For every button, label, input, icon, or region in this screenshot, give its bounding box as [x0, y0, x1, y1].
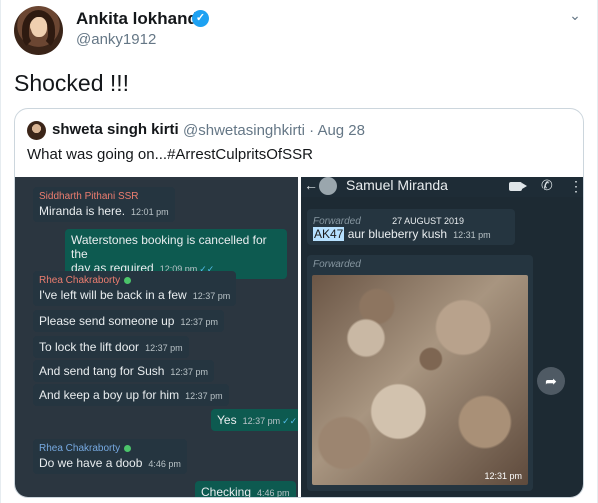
online-dot-icon: [124, 444, 132, 452]
chat-header: ← Samuel Miranda ✆ ⋮: [301, 177, 583, 197]
chat-bubble: Yes 12:37 pm ✓✓: [211, 409, 298, 431]
highlighted-text: AK47: [313, 227, 345, 241]
chat-bubble: Please send someone up 12:37 pm: [33, 310, 224, 332]
quoted-media[interactable]: Siddharth Pithani SSR Miranda is here. 12…: [15, 177, 583, 498]
tweet-card: Ankita lokhande ✓ @anky1912 ⌄ Shocked !!…: [0, 0, 598, 503]
online-dot-icon: [124, 276, 132, 284]
chat-text: Do we have a doob: [39, 456, 143, 470]
chat-text: Yes: [217, 413, 237, 427]
chat-bubble: Checking 4:46 pm: [195, 481, 296, 498]
chat-time: 12:37 pm: [185, 391, 223, 401]
chat-bubble: Rhea Chakraborty Do we have a doob 4:46 p…: [33, 439, 187, 474]
quoted-tweet[interactable]: shweta singh kirti @shwetasinghkirti · A…: [14, 108, 584, 498]
chat-time: 12:37 pm: [180, 317, 218, 327]
chat-time: 4:46 pm: [148, 459, 181, 469]
quoted-author-name: shweta singh kirti: [52, 121, 179, 138]
author-handle[interactable]: @anky1912: [76, 31, 156, 48]
chat-bubble: And keep a boy up for him 12:37 pm: [33, 384, 229, 406]
chat-sender: Rhea Chakraborty: [39, 275, 230, 286]
chat-bubble: Siddharth Pithani SSR Miranda is here. 12…: [33, 187, 175, 222]
share-icon[interactable]: ➦: [537, 367, 565, 395]
quoted-author-avatar: [27, 121, 46, 140]
chat-time: 12:01 pm: [131, 207, 169, 217]
author-name[interactable]: Ankita lokhande: [76, 9, 207, 29]
chat-time: 12:37 pm: [192, 291, 231, 301]
avatar-face: [31, 17, 47, 37]
video-call-icon: [509, 182, 527, 191]
tweet-text: Shocked !!!: [14, 70, 130, 96]
chat-time: 12:37 pm: [145, 343, 183, 353]
photo: 12:31 pm: [312, 275, 528, 485]
chat-text: And keep a boy up for him: [39, 388, 180, 402]
chat-bubble: Rhea Chakraborty I've left will be back …: [33, 271, 237, 306]
chat-text: Waterstones booking is cancelled for the: [71, 233, 267, 261]
chat-time: 4:46 pm: [257, 488, 290, 498]
chat-bubble: And send tang for Sush 12:37 pm: [33, 360, 214, 382]
chat-screenshot-left[interactable]: Siddharth Pithani SSR Miranda is here. 12…: [15, 177, 298, 498]
chat-text: Checking: [201, 485, 252, 498]
chevron-down-icon[interactable]: ⌄: [566, 6, 584, 24]
photo-time: 12:31 pm: [484, 471, 522, 481]
chat-bubble: To lock the lift door 12:37 pm: [33, 336, 189, 358]
forwarded-label: Forwarded: [313, 216, 361, 227]
read-ticks-icon: ✓✓: [282, 416, 298, 426]
chat-text: aur blueberry kush: [344, 227, 448, 241]
chat-text: To lock the lift door: [39, 340, 140, 354]
chat-bubble: Forwarded 27 AUGUST 2019 AK47 aur bluebe…: [307, 209, 515, 245]
chat-sender: Rhea Chakraborty: [39, 443, 181, 454]
quoted-author-handle: @shwetasinghkirti · Aug 28: [183, 122, 365, 139]
forwarded-row: Forwarded 27 AUGUST 2019: [313, 213, 509, 227]
verified-badge-icon: ✓: [192, 10, 209, 27]
chat-text: I've left will be back in a few: [39, 288, 187, 302]
forwarded-label: Forwarded: [313, 259, 361, 270]
more-icon: ⋮: [569, 178, 583, 194]
author-avatar[interactable]: [14, 6, 63, 55]
quoted-tweet-text: What was going on...#ArrestCulpritsOfSSR: [27, 146, 313, 163]
contact-avatar: [319, 177, 337, 195]
contact-name: Samuel Miranda: [346, 177, 448, 193]
chat-text: Miranda is here.: [39, 204, 126, 218]
chat-screenshot-right[interactable]: ← Samuel Miranda ✆ ⋮ Forwarded 27 AUGUST…: [301, 177, 583, 497]
chat-time: 12:37 pm: [242, 416, 281, 426]
chat-date: 27 AUGUST 2019: [392, 216, 465, 226]
chat-time: 12:31 pm: [453, 230, 491, 240]
chat-text: Please send someone up: [39, 314, 175, 328]
chat-sender: Siddharth Pithani SSR: [39, 191, 139, 202]
back-arrow-icon: ←: [304, 177, 318, 193]
chat-text: And send tang for Sush: [39, 364, 165, 378]
photo-message: Forwarded 12:31 pm: [307, 255, 533, 491]
chat-time: 12:37 pm: [170, 367, 208, 377]
phone-icon: ✆: [541, 177, 553, 193]
